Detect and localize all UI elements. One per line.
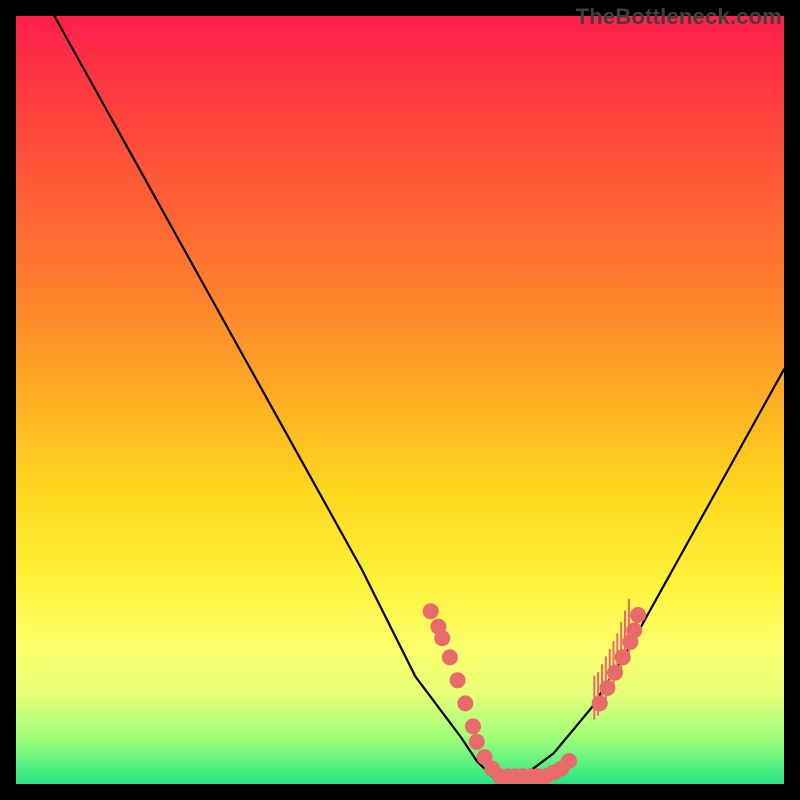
plot-area [16, 16, 784, 784]
watermark-text: TheBottleneck.com [576, 4, 782, 30]
highlight-dots [423, 603, 646, 784]
bottleneck-curve [54, 16, 784, 784]
outer-frame: TheBottleneck.com [0, 0, 800, 800]
chart-svg [16, 16, 784, 784]
